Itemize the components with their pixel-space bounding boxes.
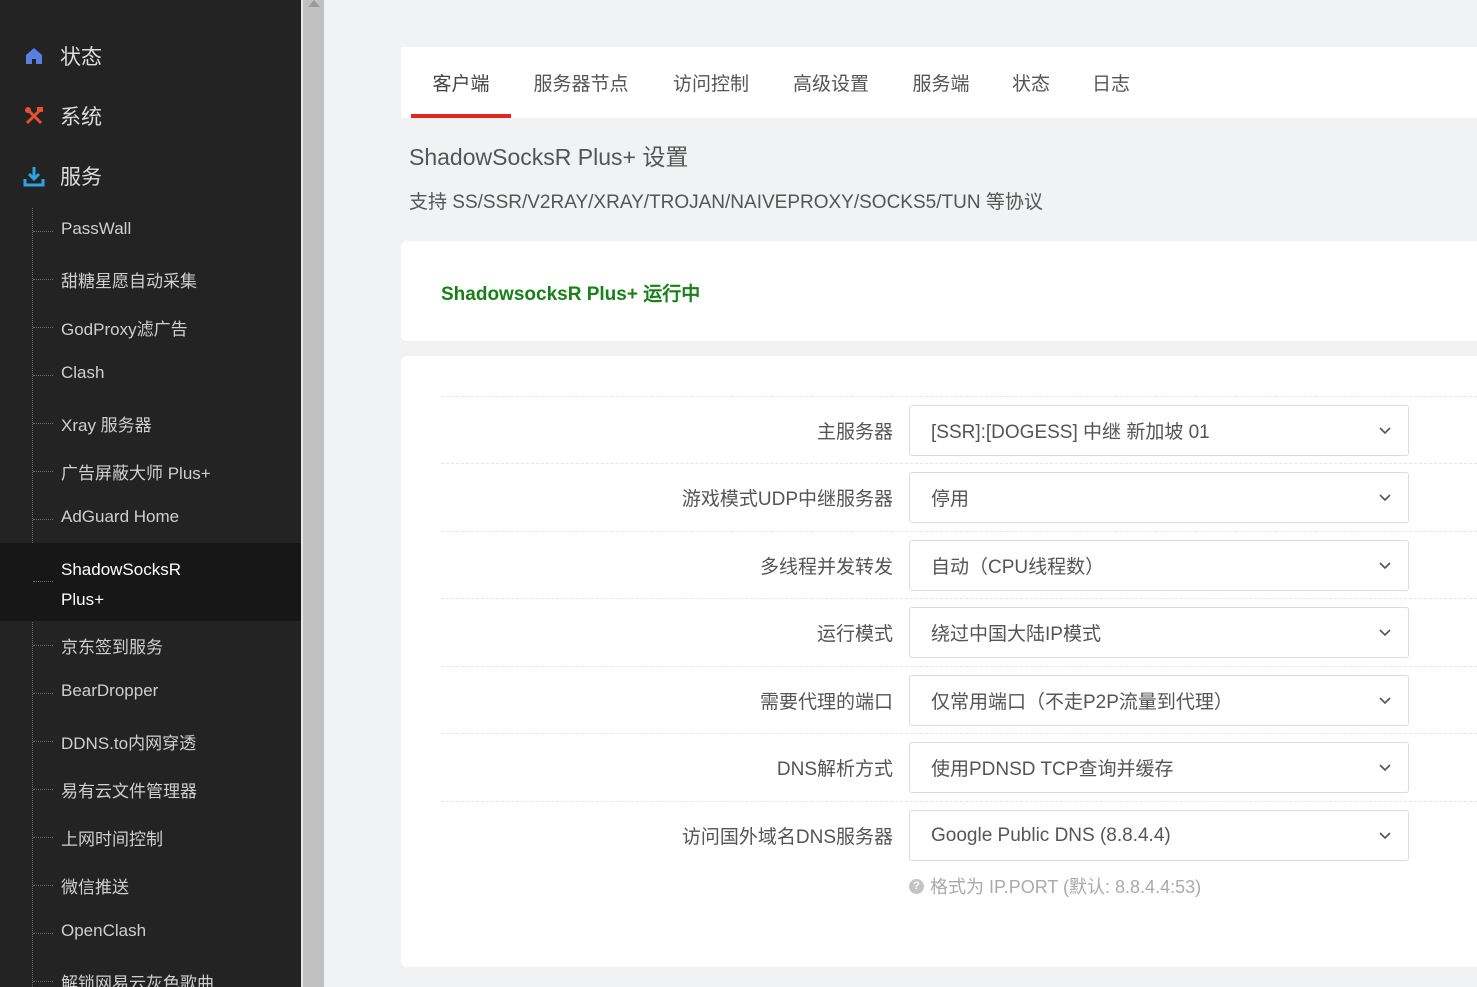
sidebar-item-label-line1: ShadowSocksR [61,560,182,579]
sidebar-item-timecontrol[interactable]: 上网时间控制 [0,825,301,850]
hint-text: 格式为 IP.PORT (默认: 8.8.4.4:53) [930,877,1202,897]
foreign-dns-label: 访问国外域名DNS服务器 [681,827,893,848]
home-icon [23,45,45,67]
sidebar-item-godproxy[interactable]: GodProxy滤广告 [0,315,301,340]
sidebar-item-tiantang[interactable]: 甜糖星愿自动采集 [0,267,301,292]
sidebar-item-xray[interactable]: Xray 服务器 [0,411,301,436]
chevron-down-icon [1379,764,1391,772]
sidebar-scrollbar[interactable] [301,0,324,987]
select-value: [SSR]:[DOGESS] 中继 新加坡 01 [931,422,1210,443]
tab-server[interactable]: 服务端 [901,47,981,118]
chevron-down-icon [1379,562,1391,570]
sidebar-item-jd[interactable]: 京东签到服务 [0,633,301,658]
chevron-down-icon [1379,494,1391,502]
udp-relay-server-label: 游戏模式UDP中继服务器 [681,489,893,510]
scroll-up-icon[interactable] [308,0,320,7]
select-value: 停用 [931,489,970,510]
chevron-down-icon [1379,427,1391,435]
tab-servers[interactable]: 服务器节点 [521,47,641,118]
main-server-label: 主服务器 [816,422,893,443]
select-value: Google Public DNS (8.8.4.4) [931,824,1171,846]
sidebar-item-wechatpush[interactable]: 微信推送 [0,873,301,898]
row-divider [441,531,1477,532]
tab-status[interactable]: 状态 [1001,47,1061,118]
sidebar: 状态 系统 服务 PassWall 甜糖星愿自动采集 GodProxy滤广告 C… [0,0,301,987]
tab-bar: 客户端 服务器节点 访问控制 高级设置 服务端 状态 日志 [401,47,1477,118]
sidebar-item-ddnsto[interactable]: DDNS.to内网穿透 [0,729,301,754]
tab-log[interactable]: 日志 [1081,47,1141,118]
tab-advanced[interactable]: 高级设置 [781,47,881,118]
sidebar-item-label: 状态 [60,46,102,69]
row-divider [441,598,1477,599]
tools-icon [23,105,45,127]
sidebar-item-beardropper[interactable]: BearDropper [0,681,301,701]
sidebar-item-ssrplus[interactable]: ShadowSocksR Plus+ [0,543,301,621]
running-status: ShadowsocksR Plus+ 运行中 [441,284,701,305]
tab-access-control[interactable]: 访问控制 [661,47,761,118]
select-value: 仅常用端口（不走P2P流量到代理） [931,692,1233,713]
sidebar-item-passwall[interactable]: PassWall [0,219,301,239]
sidebar-item-services[interactable]: 服务 [0,151,301,201]
chevron-down-icon [1379,832,1391,840]
row-divider [441,801,1477,802]
help-icon: ? [909,878,924,894]
row-divider [441,463,1477,464]
page-subtitle: 支持 SS/SSR/V2RAY/XRAY/TROJAN/NAIVEPROXY/S… [409,192,1043,213]
threads-select[interactable]: 自动（CPU线程数） [909,540,1409,591]
chevron-down-icon [1379,629,1391,637]
page-title: ShadowSocksR Plus+ 设置 [409,144,689,170]
sidebar-item-clash[interactable]: Clash [0,363,301,383]
sidebar-item-unblockmusic[interactable]: 解锁网易云灰色歌曲 [0,969,301,987]
sidebar-item-adbyby[interactable]: 广告屏蔽大师 Plus+ [0,459,301,484]
select-value: 使用PDNSD TCP查询并缓存 [931,759,1174,780]
sidebar-item-label: 服务 [60,166,102,189]
dns-format-hint: ? 格式为 IP.PORT (默认: 8.8.4.4:53) [909,873,1201,899]
sidebar-item-label: 系统 [60,106,102,129]
dns-mode-label: DNS解析方式 [776,759,893,780]
foreign-dns-select[interactable]: Google Public DNS (8.8.4.4) [909,810,1409,861]
select-value: 绕过中国大陆IP模式 [931,624,1101,645]
chevron-down-icon [1379,697,1391,705]
sidebar-item-system[interactable]: 系统 [0,91,301,141]
sidebar-item-label-line2: Plus+ [61,590,104,609]
proxy-ports-label: 需要代理的端口 [759,692,893,713]
dns-mode-select[interactable]: 使用PDNSD TCP查询并缓存 [909,742,1409,793]
sidebar-item-linkease[interactable]: 易有云文件管理器 [0,777,301,802]
status-card: ShadowsocksR Plus+ 运行中 [401,241,1477,341]
sidebar-item-openclash[interactable]: OpenClash [0,921,301,941]
tab-client[interactable]: 客户端 [411,47,511,118]
udp-relay-server-select[interactable]: 停用 [909,472,1409,523]
row-divider [441,666,1477,667]
run-mode-label: 运行模式 [816,624,893,645]
select-value: 自动（CPU线程数） [931,557,1105,578]
sidebar-item-status[interactable]: 状态 [0,31,301,81]
download-icon [23,165,45,187]
run-mode-select[interactable]: 绕过中国大陆IP模式 [909,607,1409,658]
row-divider [441,733,1477,734]
sidebar-item-adguard[interactable]: AdGuard Home [0,507,301,527]
row-divider [441,396,1477,397]
proxy-ports-select[interactable]: 仅常用端口（不走P2P流量到代理） [909,675,1409,726]
threads-label: 多线程并发转发 [759,557,893,578]
main-server-select[interactable]: [SSR]:[DOGESS] 中继 新加坡 01 [909,405,1409,456]
settings-form: 主服务器 [SSR]:[DOGESS] 中继 新加坡 01 游戏模式UDP中继服… [401,356,1477,967]
